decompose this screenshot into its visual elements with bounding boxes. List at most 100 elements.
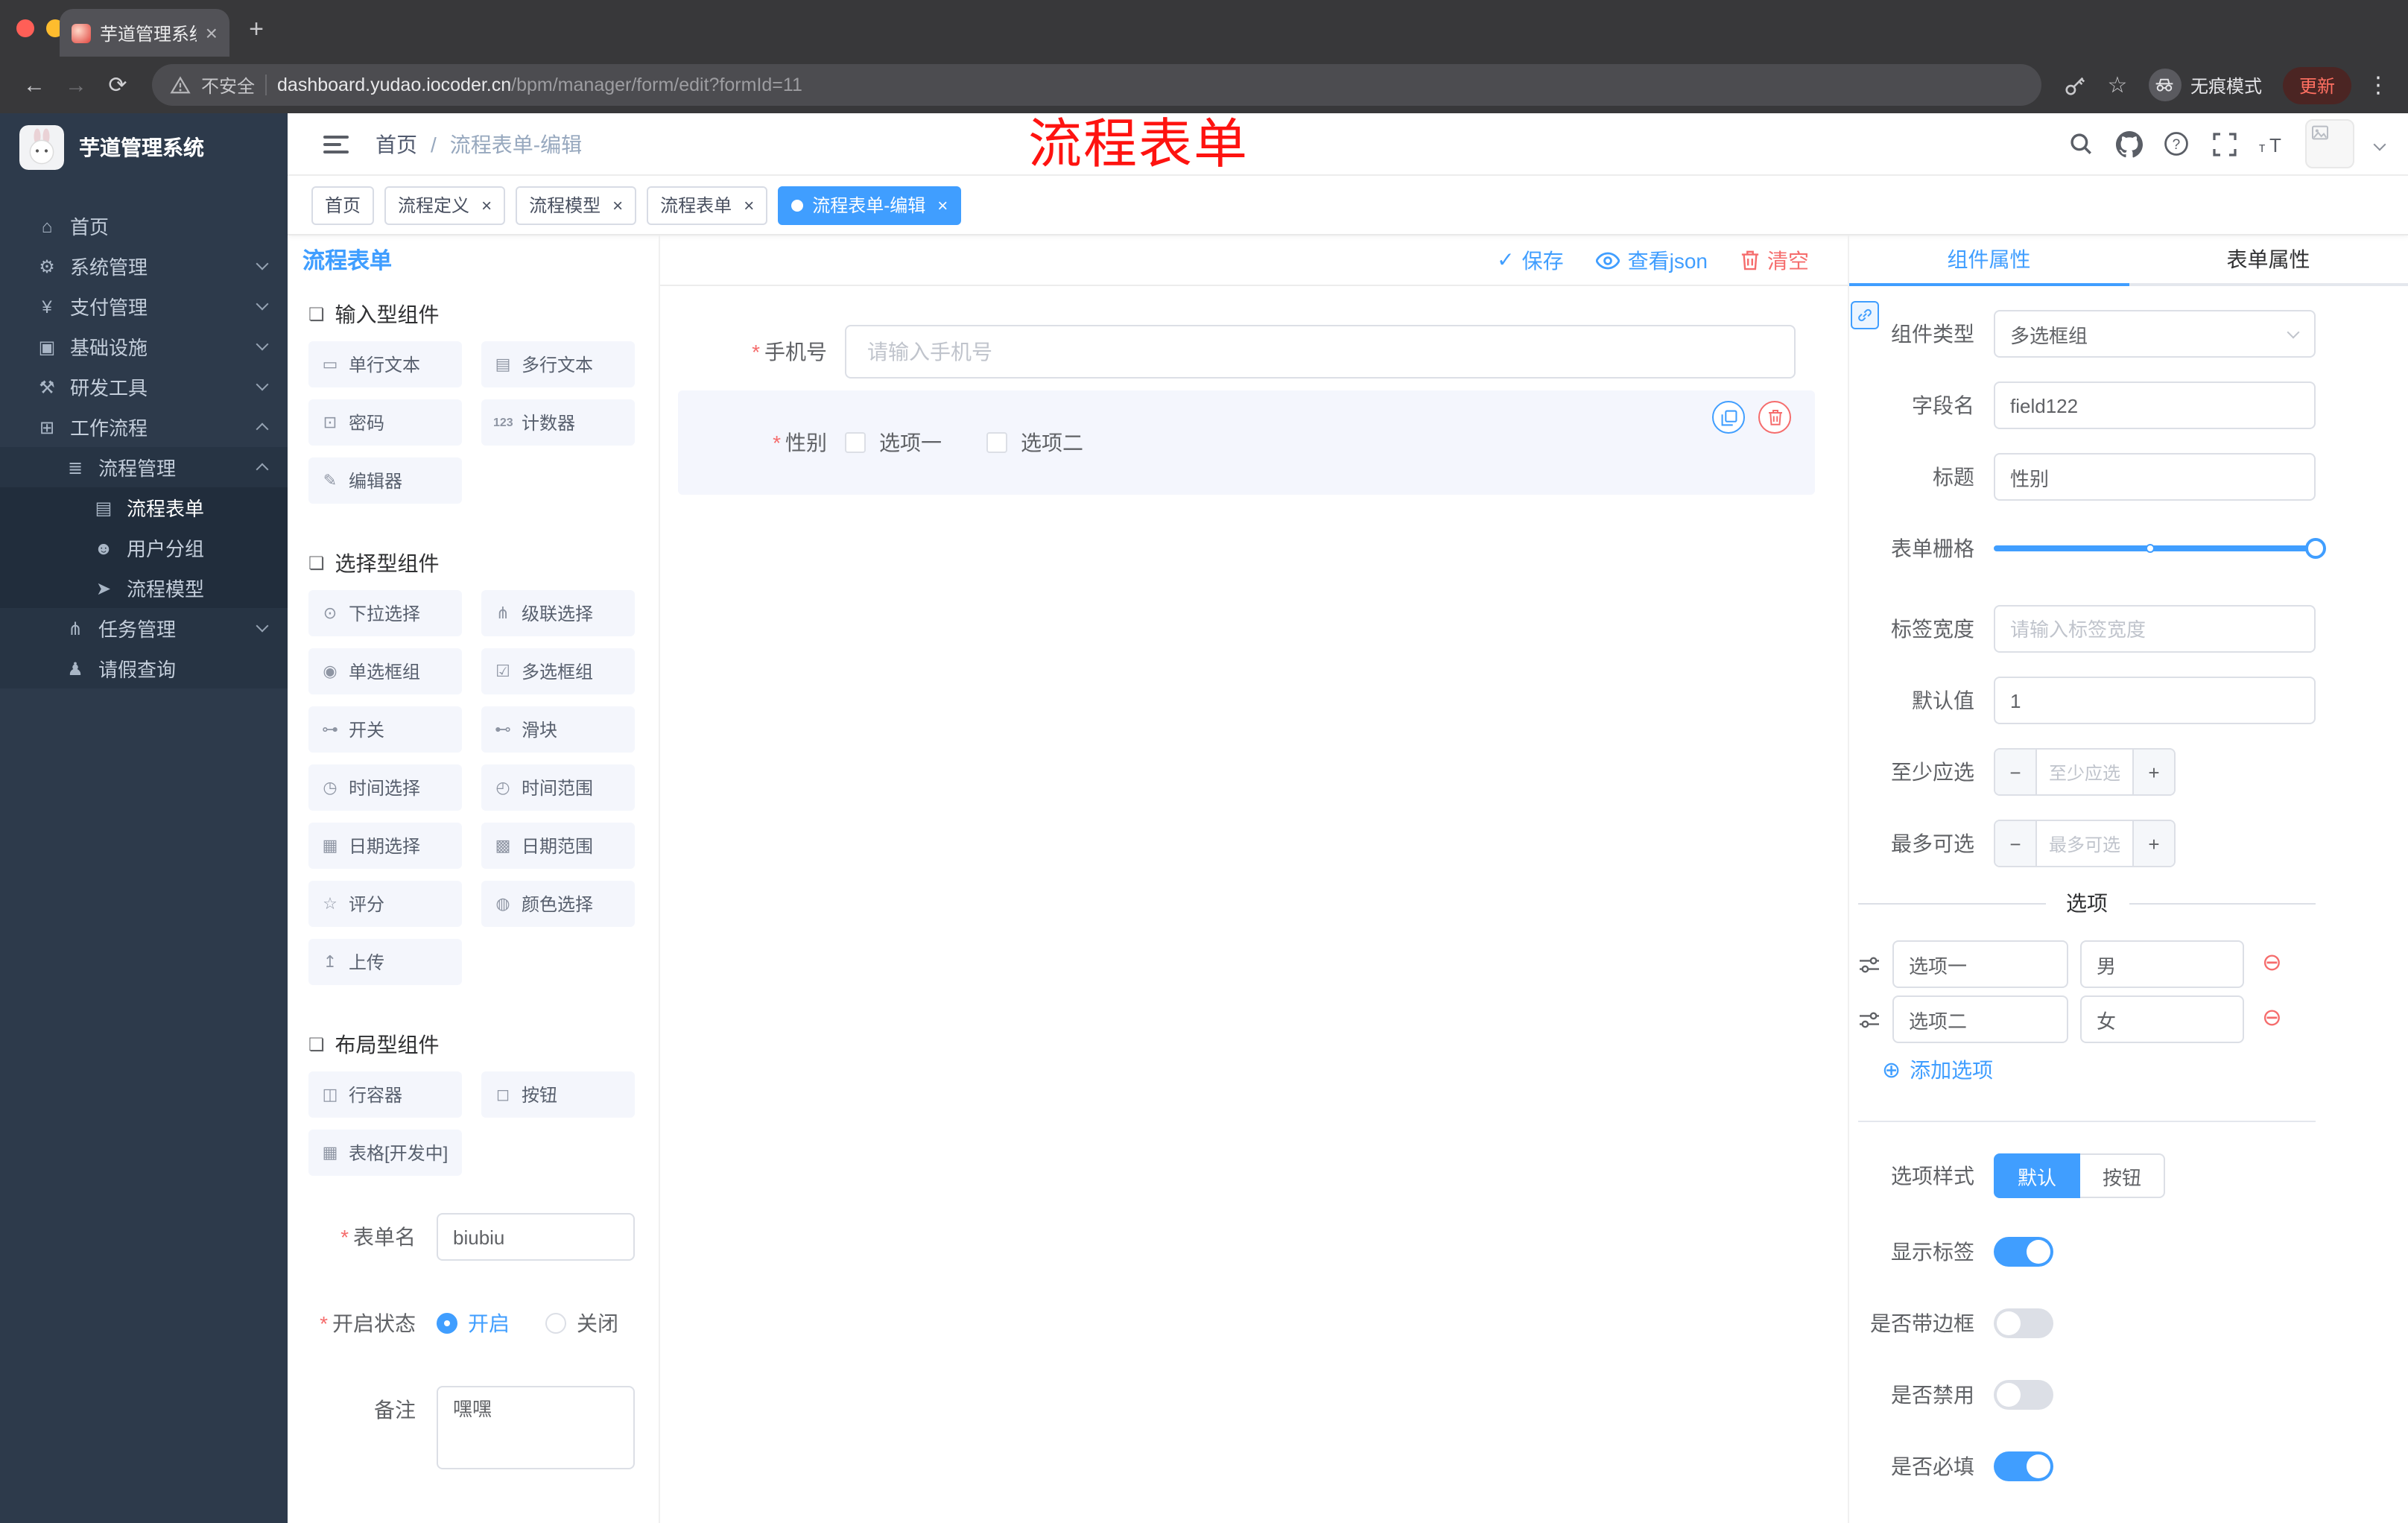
radio-status-on[interactable]: 开启	[437, 1308, 510, 1338]
component-upload[interactable]: ↥ 上传	[308, 939, 462, 985]
remove-option-icon[interactable]: ⊖	[2262, 1007, 2282, 1031]
component-date-picker[interactable]: ▦ 日期选择	[308, 823, 462, 869]
breadcrumb-home[interactable]: 首页	[376, 129, 417, 159]
component-cascader[interactable]: ⋔ 级联选择	[481, 590, 635, 636]
component-select[interactable]: ⊙ 下拉选择	[308, 590, 462, 636]
fullscreen-icon[interactable]	[2210, 130, 2238, 158]
component-table[interactable]: ▦ 表格[开发中]	[308, 1130, 462, 1176]
option-name-input[interactable]	[1892, 995, 2068, 1043]
toggle-show-label[interactable]	[1994, 1237, 2053, 1267]
label-width-input[interactable]	[1994, 605, 2316, 653]
browser-tab[interactable]: 芋道管理系统 ×	[60, 9, 229, 57]
sidebar-item-dev-tools[interactable]: ⚒ 研发工具	[0, 367, 288, 407]
slider-handle[interactable]	[2305, 538, 2326, 559]
bookmark-star-icon[interactable]: ☆	[2098, 66, 2137, 104]
font-size-icon[interactable]: тT	[2258, 130, 2286, 158]
sidebar-item-home[interactable]: ⌂ 首页	[0, 206, 288, 246]
tag-process-definition[interactable]: 流程定义 ×	[384, 186, 506, 224]
browser-menu-icon[interactable]: ⋮	[2363, 72, 2393, 98]
plus-button[interactable]: +	[2132, 750, 2174, 794]
field-name-input[interactable]	[1994, 381, 2316, 429]
duplicate-widget-button[interactable]	[1712, 401, 1745, 434]
sidebar-item-process-form[interactable]: ▤ 流程表单	[0, 487, 288, 528]
option-name-input[interactable]	[1892, 940, 2068, 988]
component-textarea[interactable]: ▤ 多行文本	[481, 341, 635, 387]
component-time-picker[interactable]: ◷ 时间选择	[308, 764, 462, 811]
sidebar-item-workflow[interactable]: ⊞ 工作流程	[0, 407, 288, 447]
tag-process-form[interactable]: 流程表单 ×	[647, 186, 768, 224]
link-icon[interactable]	[1851, 301, 1879, 329]
github-icon[interactable]	[2114, 130, 2143, 158]
address-bar[interactable]: 不安全 dashboard.yudao.iocoder.cn/bpm/manag…	[152, 64, 2041, 106]
tag-close-icon[interactable]: ×	[481, 196, 492, 214]
component-slider[interactable]: ⊷ 滑块	[481, 706, 635, 753]
drag-handle-icon[interactable]	[1858, 1010, 1881, 1029]
option-value-input[interactable]	[2080, 940, 2244, 988]
component-switch[interactable]: ⊶ 开关	[308, 706, 462, 753]
form-remark-textarea[interactable]: 嘿嘿	[437, 1386, 635, 1469]
radio-status-off[interactable]: 关闭	[545, 1308, 618, 1338]
component-password[interactable]: ⊡ 密码	[308, 399, 462, 446]
back-button[interactable]: ←	[15, 66, 54, 104]
checkbox-option[interactable]: 选项二	[986, 428, 1083, 457]
add-option-button[interactable]: ⊕ 添加选项	[1882, 1055, 2316, 1085]
sidebar-item-system[interactable]: ⚙ 系统管理	[0, 246, 288, 286]
component-type-select[interactable]: 多选框组	[1994, 310, 2316, 358]
view-json-button[interactable]: 查看json	[1596, 245, 1708, 275]
sidebar-item-task-management[interactable]: ⋔ 任务管理	[0, 608, 288, 648]
tag-process-form-edit[interactable]: 流程表单-编辑 ×	[778, 186, 962, 224]
minus-button[interactable]: −	[1995, 821, 2037, 866]
min-select-value[interactable]: 至少应选	[2037, 750, 2132, 794]
selected-widget-gender[interactable]: * 性别 选项一 选项二	[678, 390, 1815, 495]
help-icon[interactable]: ?	[2162, 130, 2190, 158]
style-button-button[interactable]: 按钮	[2080, 1153, 2166, 1198]
hamburger-icon[interactable]	[323, 135, 349, 153]
component-counter[interactable]: 123 计数器	[481, 399, 635, 446]
tab-close-icon[interactable]: ×	[206, 22, 218, 43]
minus-button[interactable]: −	[1995, 750, 2037, 794]
component-checkbox-group[interactable]: ☑ 多选框组	[481, 648, 635, 694]
checkbox-option[interactable]: 选项一	[845, 428, 942, 457]
delete-widget-button[interactable]	[1758, 401, 1791, 434]
new-tab-button[interactable]: +	[238, 12, 274, 48]
tab-component-props[interactable]: 组件属性	[1849, 235, 2129, 286]
sidebar-item-leave-query[interactable]: ♟ 请假查询	[0, 648, 288, 688]
avatar[interactable]	[2305, 119, 2354, 168]
update-button[interactable]: 更新	[2282, 66, 2351, 104]
component-button[interactable]: ◻ 按钮	[481, 1071, 635, 1118]
component-editor[interactable]: ✎ 编辑器	[308, 457, 462, 504]
toggle-disabled[interactable]	[1994, 1380, 2053, 1410]
tag-process-model[interactable]: 流程模型 ×	[516, 186, 637, 224]
grid-slider[interactable]	[1994, 525, 2326, 572]
component-radio-group[interactable]: ◉ 单选框组	[308, 648, 462, 694]
default-value-input[interactable]	[1994, 677, 2316, 724]
security-label[interactable]: 不安全	[201, 72, 255, 98]
max-select-value[interactable]: 最多可选	[2037, 821, 2132, 866]
form-name-input[interactable]	[437, 1213, 635, 1261]
toggle-required[interactable]	[1994, 1451, 2053, 1481]
style-default-button[interactable]: 默认	[1994, 1153, 2081, 1198]
close-window-button[interactable]	[16, 19, 34, 37]
sidebar-logo-row[interactable]: 芋道管理系统	[0, 113, 288, 182]
sidebar-item-infrastructure[interactable]: ▣ 基础设施	[0, 326, 288, 367]
component-input[interactable]: ▭ 单行文本	[308, 341, 462, 387]
title-input[interactable]	[1994, 453, 2316, 501]
plus-button[interactable]: +	[2132, 821, 2174, 866]
component-time-range[interactable]: ◴ 时间范围	[481, 764, 635, 811]
clear-button[interactable]: 清空	[1740, 245, 1809, 275]
password-key-icon[interactable]	[2056, 66, 2095, 104]
tag-close-icon[interactable]: ×	[744, 196, 754, 214]
save-button[interactable]: ✓ 保存	[1497, 245, 1563, 275]
sidebar-item-process-model[interactable]: ➤ 流程模型	[0, 568, 288, 608]
reload-button[interactable]: ⟳	[98, 66, 137, 104]
sidebar-item-process-management[interactable]: ≣ 流程管理	[0, 447, 288, 487]
component-row-container[interactable]: ◫ 行容器	[308, 1071, 462, 1118]
search-icon[interactable]	[2067, 130, 2095, 158]
phone-input[interactable]	[845, 325, 1796, 379]
chevron-down-icon[interactable]	[2373, 137, 2386, 151]
component-date-range[interactable]: ▩ 日期范围	[481, 823, 635, 869]
field-phone[interactable]: * 手机号	[678, 325, 1848, 379]
toggle-with-border[interactable]	[1994, 1308, 2053, 1338]
remove-option-icon[interactable]: ⊖	[2262, 952, 2282, 976]
component-rate[interactable]: ☆ 评分	[308, 881, 462, 927]
